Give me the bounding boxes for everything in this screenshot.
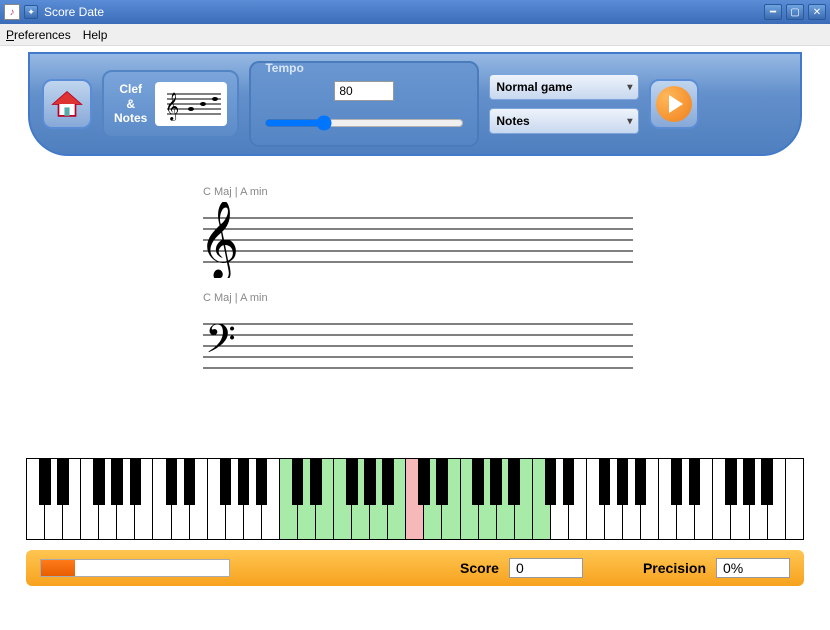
black-key[interactable]: [310, 459, 322, 505]
play-icon: [656, 86, 692, 122]
clef-notes-button[interactable]: 𝄞: [155, 82, 227, 126]
black-key[interactable]: [93, 459, 105, 505]
black-key[interactable]: [490, 459, 502, 505]
tempo-input[interactable]: [334, 81, 394, 101]
score-label: Score: [460, 560, 499, 576]
staff-area: C Maj | A min 𝄞 C Maj | A min: [8, 186, 822, 398]
progress-fill: [41, 560, 75, 576]
black-key[interactable]: [346, 459, 358, 505]
score-value: 0: [509, 558, 583, 578]
treble-staff: 𝄞: [203, 202, 633, 278]
black-key[interactable]: [184, 459, 196, 505]
black-key[interactable]: [599, 459, 611, 505]
piano-keyboard: [26, 458, 804, 540]
black-key[interactable]: [111, 459, 123, 505]
svg-text:𝄞: 𝄞: [203, 202, 239, 278]
black-key[interactable]: [671, 459, 683, 505]
black-key[interactable]: [635, 459, 647, 505]
black-key[interactable]: [689, 459, 701, 505]
black-key[interactable]: [166, 459, 178, 505]
black-key[interactable]: [39, 459, 51, 505]
play-button[interactable]: [649, 79, 699, 129]
bass-staff: 𝄢: [203, 308, 633, 384]
status-bar: Score 0 Precision 0%: [26, 550, 804, 586]
svg-text:𝄢: 𝄢: [205, 318, 236, 371]
clef-notes-label: Clef & Notes: [114, 82, 147, 125]
mini-staff-icon: 𝄞: [159, 86, 223, 122]
home-icon: [50, 87, 84, 121]
game-mode-select[interactable]: Normal game: [489, 74, 639, 100]
black-key[interactable]: [364, 459, 376, 505]
black-key[interactable]: [545, 459, 557, 505]
clef-notes-group: Clef & Notes 𝄞: [102, 70, 239, 138]
black-key[interactable]: [130, 459, 142, 505]
black-key[interactable]: [57, 459, 69, 505]
quiz-type-select[interactable]: Notes: [489, 108, 639, 134]
title-bar: ♪ ✦ Score Date ━ ▢ ✕: [0, 0, 830, 24]
black-key[interactable]: [725, 459, 737, 505]
black-key[interactable]: [563, 459, 575, 505]
black-key[interactable]: [436, 459, 448, 505]
black-key[interactable]: [761, 459, 773, 505]
precision-value: 0%: [716, 558, 790, 578]
treble-key-label: C Maj | A min: [203, 186, 822, 198]
menu-help[interactable]: Help: [83, 28, 108, 42]
minimize-button[interactable]: ━: [764, 4, 782, 20]
menu-bar: Preferences Help: [0, 24, 830, 46]
tempo-group: Tempo: [249, 61, 479, 147]
black-key[interactable]: [256, 459, 268, 505]
black-key[interactable]: [292, 459, 304, 505]
close-button[interactable]: ✕: [808, 4, 826, 20]
maximize-button[interactable]: ▢: [786, 4, 804, 20]
svg-text:𝄞: 𝄞: [165, 93, 179, 121]
black-key[interactable]: [617, 459, 629, 505]
progress-bar: [40, 559, 230, 577]
menu-preferences[interactable]: Preferences: [6, 28, 71, 42]
black-key[interactable]: [238, 459, 250, 505]
app-icon: ♪: [4, 4, 20, 20]
home-button[interactable]: [42, 79, 92, 129]
tempo-label: Tempo: [263, 61, 305, 75]
black-key[interactable]: [382, 459, 394, 505]
black-key[interactable]: [743, 459, 755, 505]
wm-decor-icon: ✦: [24, 5, 38, 19]
game-mode-value: Normal game: [496, 80, 572, 94]
toolbar: Clef & Notes 𝄞: [28, 52, 802, 156]
window-title: Score Date: [44, 5, 764, 19]
quiz-type-value: Notes: [496, 114, 529, 128]
black-key[interactable]: [418, 459, 430, 505]
black-key[interactable]: [508, 459, 520, 505]
precision-label: Precision: [643, 560, 706, 576]
black-key[interactable]: [472, 459, 484, 505]
black-key[interactable]: [220, 459, 232, 505]
bass-key-label: C Maj | A min: [203, 292, 822, 304]
tempo-slider[interactable]: [264, 115, 464, 131]
